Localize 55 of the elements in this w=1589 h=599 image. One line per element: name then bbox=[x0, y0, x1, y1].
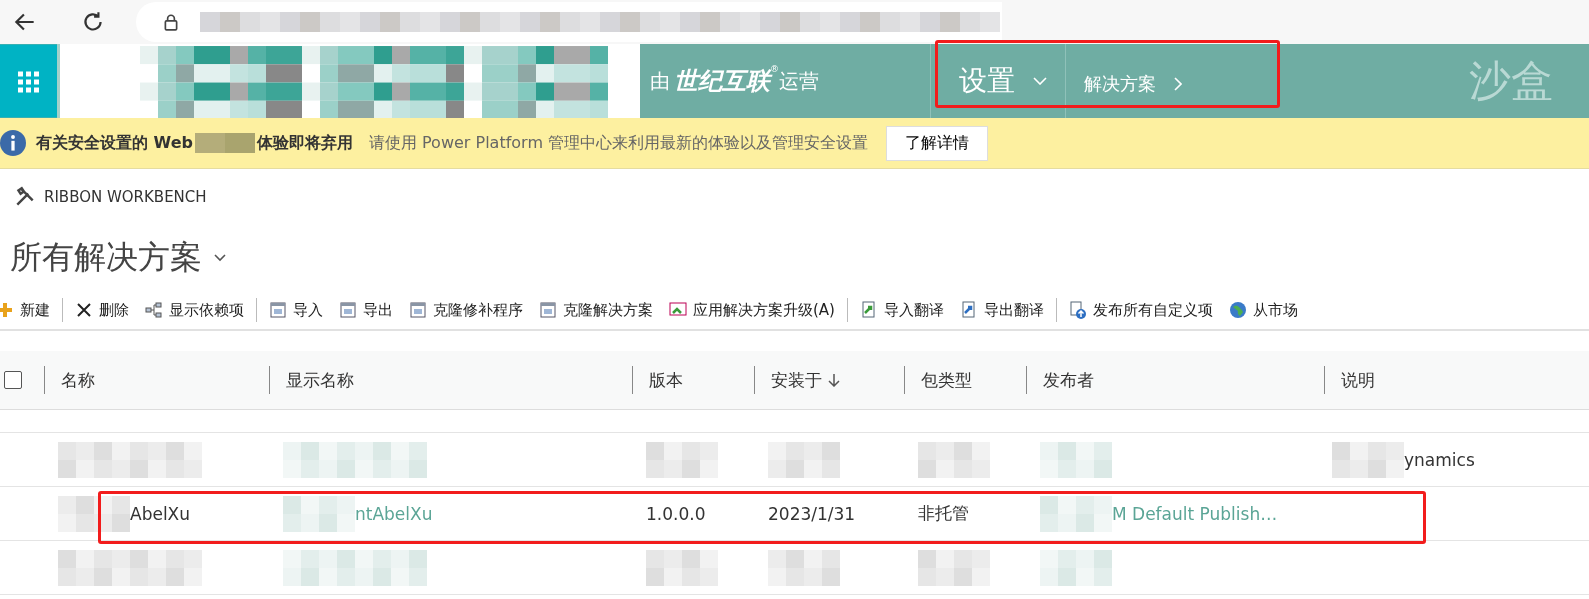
lock-icon bbox=[162, 12, 180, 32]
toolbar-button[interactable]: 导入 bbox=[261, 300, 331, 320]
redaction-blur bbox=[768, 441, 840, 478]
toolbar-button[interactable]: 显示依赖项 bbox=[137, 300, 252, 320]
column-header[interactable]: 显示名称 bbox=[286, 368, 354, 392]
view-title[interactable]: 所有解决方案 bbox=[10, 236, 202, 280]
redaction-blur bbox=[58, 495, 130, 532]
toolbar-button[interactable]: 发布所有自定义项 bbox=[1060, 300, 1221, 320]
toolbar-button[interactable]: 导出 bbox=[331, 300, 401, 320]
tools-icon bbox=[14, 186, 36, 208]
toolbar-button[interactable]: 导出翻译 bbox=[951, 300, 1052, 320]
delete-icon bbox=[75, 301, 93, 319]
column-header[interactable]: 发布者 bbox=[1043, 368, 1094, 392]
chevron-down-icon[interactable] bbox=[214, 254, 226, 262]
toolbar-button[interactable]: 新建 bbox=[0, 300, 58, 320]
info-icon bbox=[0, 130, 26, 156]
redaction-blur bbox=[1040, 495, 1112, 532]
banner-title: 有关安全设置的 Web bbox=[36, 132, 193, 154]
toolbar-button[interactable]: 应用解决方案升级(A) bbox=[661, 300, 843, 320]
chevron-right-icon bbox=[1174, 77, 1182, 91]
ribbon-workbench-link[interactable]: RIBBON WORKBENCH bbox=[44, 188, 207, 206]
redaction-blur bbox=[1332, 441, 1404, 478]
table-cell: ynamics bbox=[1404, 449, 1475, 470]
redaction-blur bbox=[768, 549, 840, 586]
redaction-blur bbox=[646, 441, 718, 478]
environment-label: 沙盒 bbox=[1469, 55, 1554, 107]
redaction-blur bbox=[194, 133, 255, 153]
column-header[interactable]: 版本 bbox=[649, 368, 683, 392]
banner-message: 请使用 Power Platform 管理中心来利用最新的体验以及管理安全设置 bbox=[368, 132, 869, 154]
toolbar-button[interactable]: 从市场 bbox=[1220, 300, 1306, 320]
chevron-down-icon bbox=[1033, 77, 1047, 85]
redaction-blur bbox=[283, 495, 355, 532]
select-all-checkbox[interactable] bbox=[4, 371, 22, 389]
table-cell: 非托管 bbox=[918, 502, 969, 525]
table-cell: 2023/1/31 bbox=[768, 503, 856, 524]
column-header[interactable]: 安装于 bbox=[771, 368, 840, 392]
banner-title: 体验即将弃用 bbox=[256, 132, 353, 154]
redaction-blur bbox=[918, 549, 990, 586]
table-cell: AbelXu bbox=[130, 503, 191, 524]
redaction-blur bbox=[646, 549, 718, 586]
table-cell: 1.0.0.0 bbox=[646, 503, 706, 524]
column-header[interactable]: 包类型 bbox=[921, 368, 972, 392]
toolbar-button[interactable]: 删除 bbox=[67, 300, 137, 320]
toolbar-button[interactable]: 克隆解决方案 bbox=[531, 300, 661, 320]
redaction-blur bbox=[1040, 549, 1112, 586]
redaction-blur bbox=[1040, 441, 1112, 478]
learn-more-button[interactable]: 了解详情 bbox=[886, 125, 989, 161]
toolbar-button[interactable]: 导入翻译 bbox=[851, 300, 952, 320]
column-header[interactable]: 说明 bbox=[1341, 368, 1375, 392]
address-field[interactable] bbox=[136, 2, 1002, 42]
redaction-blur bbox=[918, 441, 990, 478]
new-icon bbox=[0, 301, 14, 319]
toolbar-button[interactable]: 克隆修补程序 bbox=[401, 300, 531, 320]
column-header[interactable]: 名称 bbox=[61, 368, 95, 392]
app-launcher-icon[interactable] bbox=[0, 44, 57, 118]
